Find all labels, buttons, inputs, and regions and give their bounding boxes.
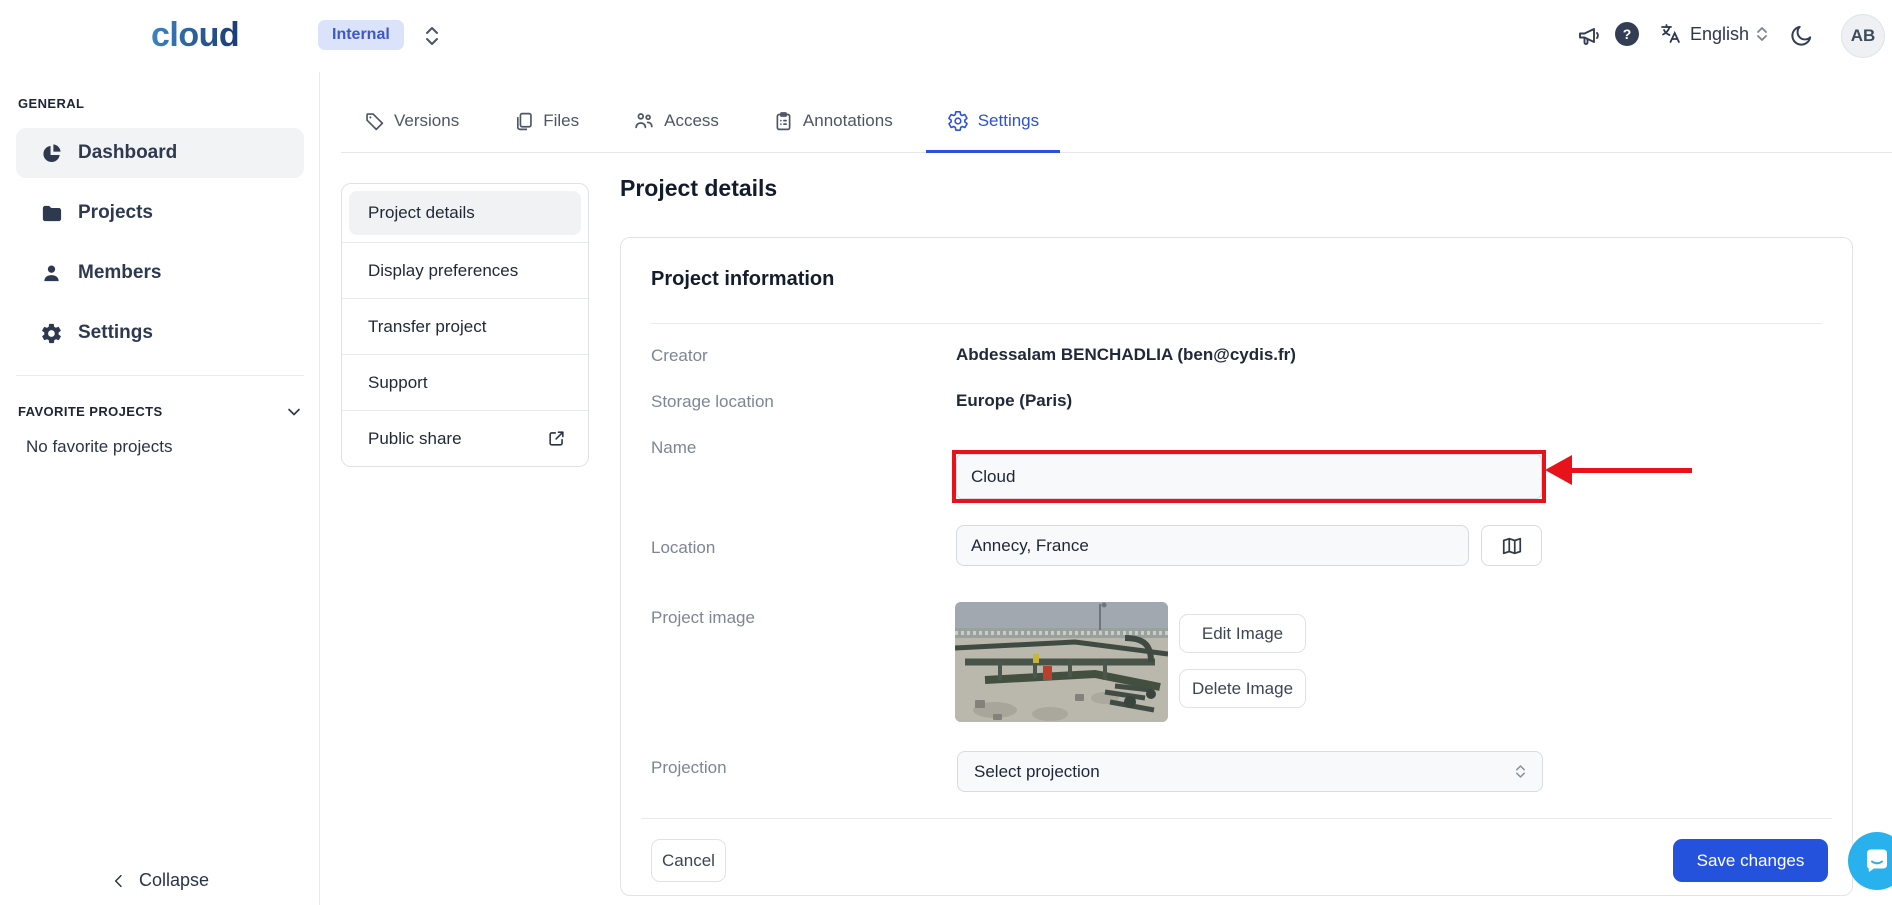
delete-image-button[interactable]: Delete Image	[1179, 669, 1306, 708]
tab-annotations[interactable]: Annotations	[773, 90, 893, 152]
cancel-button[interactable]: Cancel	[651, 839, 726, 882]
people-icon	[633, 110, 655, 132]
tab-label: Access	[664, 111, 719, 131]
location-label: Location	[651, 538, 715, 558]
subnav-label: Project details	[368, 203, 475, 223]
workspace-switcher-icon[interactable]	[423, 25, 441, 47]
avatar-initials: AB	[1851, 26, 1876, 46]
sidebar-divider	[16, 375, 304, 376]
storage-location-label: Storage location	[651, 392, 774, 412]
app-window: cloud Internal ? English	[0, 0, 1892, 905]
tab-access[interactable]: Access	[633, 90, 719, 152]
favorites-chevron-down-icon[interactable]	[284, 402, 304, 422]
sidebar-section-general: GENERAL	[18, 96, 84, 111]
card-title: Project information	[651, 268, 834, 291]
page-title: Project details	[620, 175, 777, 202]
tab-label: Versions	[394, 111, 459, 131]
tab-versions[interactable]: Versions	[364, 90, 459, 152]
tab-files[interactable]: Files	[513, 90, 579, 152]
help-glyph: ?	[1623, 26, 1632, 42]
sidebar-item-dashboard[interactable]: Dashboard	[16, 128, 304, 178]
pie-chart-icon	[40, 142, 63, 165]
subnav-item-display-preferences[interactable]: Display preferences	[342, 242, 588, 298]
collapse-sidebar-button[interactable]: Collapse	[0, 870, 320, 891]
subnav-item-support[interactable]: Support	[342, 354, 588, 410]
storage-location-value: Europe (Paris)	[956, 391, 1072, 411]
megaphone-icon[interactable]	[1576, 24, 1602, 48]
tab-label: Settings	[978, 111, 1039, 131]
person-icon	[40, 262, 63, 285]
project-image-label: Project image	[651, 608, 755, 628]
settings-subnav: Project details Display preferences Tran…	[341, 183, 589, 467]
sidebar-item-label: Settings	[78, 322, 153, 344]
help-icon[interactable]: ?	[1615, 22, 1639, 46]
tag-icon	[364, 111, 385, 132]
creator-value: Abdessalam BENCHADLIA (ben@cydis.fr)	[956, 345, 1296, 365]
card-footer-divider	[641, 818, 1832, 819]
sidebar-item-label: Dashboard	[78, 142, 177, 164]
workspace-badge[interactable]: Internal	[318, 20, 404, 50]
subnav-label: Transfer project	[368, 317, 486, 337]
sidebar-item-label: Members	[78, 262, 161, 284]
name-input[interactable]	[956, 454, 1542, 499]
app-logo: cloud	[151, 16, 239, 55]
save-changes-button[interactable]: Save changes	[1673, 839, 1828, 882]
creator-label: Creator	[651, 346, 708, 366]
tab-bar: Versions Files Access	[341, 90, 1892, 153]
files-icon	[513, 111, 534, 132]
language-sort-icon	[1756, 25, 1768, 43]
gear-icon	[947, 110, 969, 132]
projection-label: Projection	[651, 758, 727, 778]
clipboard-icon	[773, 111, 794, 132]
language-label: English	[1690, 24, 1749, 45]
sidebar-section-favorites: FAVORITE PROJECTS	[18, 404, 163, 419]
top-bar: cloud Internal ? English	[0, 0, 1892, 72]
name-label: Name	[651, 438, 696, 458]
location-input[interactable]	[956, 525, 1469, 566]
sidebar-item-settings[interactable]: Settings	[16, 308, 304, 358]
chat-bubble-icon	[1862, 846, 1892, 876]
subnav-item-transfer-project[interactable]: Transfer project	[342, 298, 588, 354]
tab-label: Annotations	[803, 111, 893, 131]
subnav-item-public-share[interactable]: Public share	[342, 410, 588, 466]
gear-icon	[40, 322, 63, 345]
language-selector[interactable]: English	[1659, 22, 1768, 46]
red-highlight-annotation	[952, 450, 1546, 503]
subnav-label: Public share	[368, 429, 462, 449]
avatar[interactable]: AB	[1841, 14, 1885, 58]
subnav-label: Display preferences	[368, 261, 518, 281]
select-sort-icon	[1515, 763, 1526, 780]
card-title-divider	[651, 323, 1822, 324]
open-map-button[interactable]	[1481, 525, 1542, 566]
chevron-left-icon	[111, 873, 127, 889]
dark-mode-moon-icon[interactable]	[1789, 23, 1814, 48]
subnav-label: Support	[368, 373, 428, 393]
edit-image-button[interactable]: Edit Image	[1179, 614, 1306, 653]
project-information-card: Project information Creator Abdessalam B…	[620, 237, 1853, 896]
project-image-thumbnail	[955, 602, 1168, 722]
folder-icon	[40, 202, 63, 225]
projection-select[interactable]: Select projection	[957, 751, 1543, 792]
sidebar-item-members[interactable]: Members	[16, 248, 304, 298]
sidebar-item-label: Projects	[78, 202, 153, 224]
collapse-label: Collapse	[139, 870, 209, 891]
favorites-empty-text: No favorite projects	[26, 437, 172, 457]
sidebar-item-projects[interactable]: Projects	[16, 188, 304, 238]
annotation-arrow-line	[1568, 468, 1692, 473]
tab-settings[interactable]: Settings	[947, 90, 1039, 152]
tab-label: Files	[543, 111, 579, 131]
external-link-icon	[547, 429, 566, 448]
translate-icon	[1659, 22, 1683, 46]
chat-launcher-button[interactable]	[1848, 832, 1892, 890]
sidebar: GENERAL Dashboard Projects	[0, 72, 320, 905]
subnav-item-project-details[interactable]: Project details	[342, 184, 588, 242]
projection-select-value: Select projection	[974, 762, 1100, 782]
map-icon	[1501, 535, 1523, 557]
